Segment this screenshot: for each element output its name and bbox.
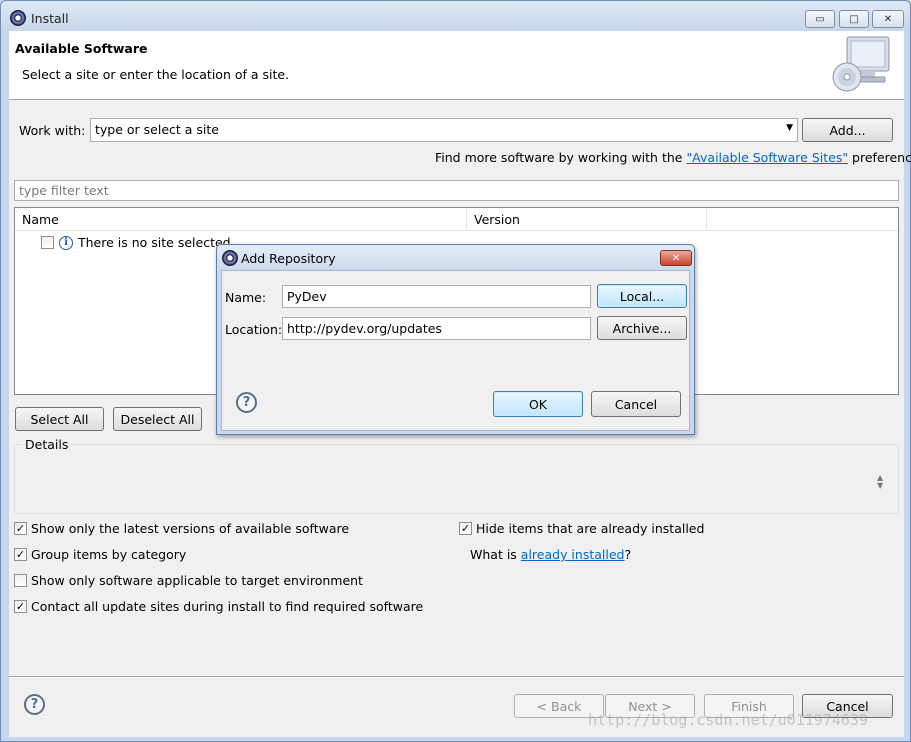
chevron-down-icon[interactable]: ▼ xyxy=(786,123,793,133)
location-field[interactable]: http://pydev.org/updates xyxy=(282,317,591,340)
ok-button[interactable]: OK xyxy=(493,391,583,417)
latest-versions-option[interactable]: ✓ Show only the latest versions of avail… xyxy=(14,521,349,536)
name-field[interactable]: PyDev xyxy=(282,285,591,308)
filter-input[interactable]: type filter text xyxy=(14,180,899,201)
window-title: Install xyxy=(31,11,69,26)
select-all-button[interactable]: Select All xyxy=(15,407,104,431)
what-is-suffix: ? xyxy=(624,547,632,562)
available-software-sites-link[interactable]: "Available Software Sites" xyxy=(686,150,848,165)
work-with-label: Work with: xyxy=(19,123,86,138)
help-icon[interactable]: ? xyxy=(236,392,257,413)
info-icon: i xyxy=(59,235,73,250)
target-env-option[interactable]: Show only software applicable to target … xyxy=(14,573,363,588)
minimize-button[interactable]: ▭ xyxy=(805,10,835,28)
contact-sites-label: Contact all update sites during install … xyxy=(31,599,424,614)
dialog-title: Add Repository xyxy=(241,251,336,266)
details-scroll-arrows[interactable]: ▲ ▼ xyxy=(877,474,883,490)
location-label: Location: xyxy=(225,322,283,337)
contact-sites-checkbox[interactable]: ✓ xyxy=(14,600,27,613)
eclipse-app-icon xyxy=(222,250,238,266)
work-with-combo[interactable]: type or select a site ▼ xyxy=(90,118,798,142)
page-title: Available Software xyxy=(15,41,148,56)
target-env-label: Show only software applicable to target … xyxy=(31,573,363,588)
group-by-category-label: Group items by category xyxy=(31,547,187,562)
close-button[interactable]: ✕ xyxy=(872,10,904,28)
maximize-button[interactable]: □ xyxy=(839,10,869,28)
contact-sites-option[interactable]: ✓ Contact all update sites during instal… xyxy=(14,599,423,614)
archive-button[interactable]: Archive... xyxy=(597,316,687,340)
table-row: i There is no site selected. xyxy=(41,235,235,250)
available-sites-info: Find more software by working with the "… xyxy=(435,150,911,165)
group-by-category-checkbox[interactable]: ✓ xyxy=(14,548,27,561)
install-monitor-icon xyxy=(832,36,890,92)
help-icon[interactable]: ? xyxy=(24,694,45,715)
what-is-installed: What is already installed? xyxy=(470,547,631,562)
add-repository-dialog: Add Repository ✕ Name: PyDev Local... Lo… xyxy=(216,244,695,435)
dialog-body: Name: PyDev Local... Location: http://py… xyxy=(221,270,690,431)
eclipse-app-icon xyxy=(10,10,26,26)
dialog-cancel-button[interactable]: Cancel xyxy=(591,391,681,417)
local-button[interactable]: Local... xyxy=(597,284,687,308)
group-by-category-option[interactable]: ✓ Group items by category xyxy=(14,547,186,562)
column-header-version[interactable]: Version xyxy=(467,208,707,231)
footer-separator xyxy=(9,676,904,678)
wizard-banner: Available Software Select a site or ente… xyxy=(9,31,904,100)
deselect-all-button[interactable]: Deselect All xyxy=(113,407,202,431)
page-description: Select a site or enter the location of a… xyxy=(22,67,290,82)
hide-installed-checkbox[interactable]: ✓ xyxy=(459,522,472,535)
already-installed-link[interactable]: already installed xyxy=(521,547,625,562)
details-legend: Details xyxy=(21,437,73,452)
info-prefix: Find more software by working with the xyxy=(435,150,687,165)
latest-versions-checkbox[interactable]: ✓ xyxy=(14,522,27,535)
target-env-checkbox[interactable] xyxy=(14,574,27,587)
latest-versions-label: Show only the latest versions of availab… xyxy=(31,521,350,536)
hide-installed-label: Hide items that are already installed xyxy=(476,521,705,536)
info-suffix: preferences. xyxy=(852,150,911,165)
empty-message: There is no site selected. xyxy=(78,235,235,250)
dialog-close-button[interactable]: ✕ xyxy=(660,250,692,266)
name-label: Name: xyxy=(225,290,267,305)
table-header: Name Version xyxy=(15,208,898,231)
work-with-value: type or select a site xyxy=(95,122,219,137)
add-site-button[interactable]: Add... xyxy=(802,118,893,142)
row-checkbox[interactable] xyxy=(41,236,54,249)
details-group: Details xyxy=(14,437,899,514)
hide-installed-option[interactable]: ✓ Hide items that are already installed xyxy=(459,521,704,536)
column-header-name[interactable]: Name xyxy=(15,208,467,231)
watermark: http://blog.csdn.net/u011974639 xyxy=(588,711,868,729)
what-is-prefix: What is xyxy=(470,547,521,562)
title-bar: Install ▭ □ ✕ xyxy=(1,1,910,31)
